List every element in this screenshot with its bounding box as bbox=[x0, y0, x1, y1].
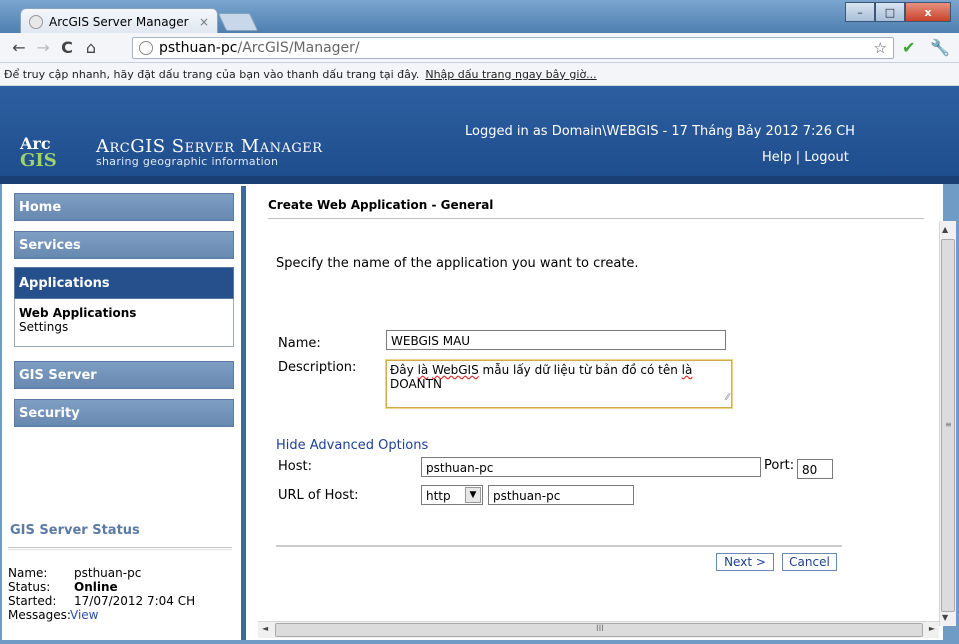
home-button[interactable]: ⌂ bbox=[80, 38, 102, 57]
browser-tab[interactable]: ArcGIS Server Manager × bbox=[20, 8, 218, 34]
url-host-input[interactable]: psthuan-pc bbox=[488, 485, 634, 505]
wrench-icon[interactable]: 🔧 bbox=[930, 38, 950, 57]
applications-submenu: Web Applications Settings bbox=[14, 299, 234, 347]
status-messages-label: Messages: bbox=[8, 608, 71, 622]
scroll-left-icon[interactable]: ◄ bbox=[262, 624, 268, 633]
logged-in-text: Logged in as Domain\WEBGIS - 17 Tháng Bả… bbox=[465, 124, 855, 139]
forward-button[interactable]: → bbox=[32, 38, 54, 57]
description-label: Description: bbox=[278, 360, 357, 375]
server-status: Name: psthuan-pc Status: Online Started: 17… bbox=[8, 566, 195, 622]
scroll-up-icon[interactable]: ▲ bbox=[942, 225, 948, 234]
name-input[interactable]: WEBGIS MAU bbox=[386, 330, 726, 350]
reload-button[interactable]: C bbox=[56, 38, 78, 57]
port-input[interactable]: 80 bbox=[797, 459, 833, 479]
vertical-scroll-thumb[interactable]: ≡ bbox=[941, 239, 955, 612]
address-bar[interactable]: psthuan-pc/ArcGIS/Manager/ ☆ bbox=[132, 37, 894, 59]
host-input[interactable]: psthuan-pc bbox=[421, 457, 761, 477]
buttons-divider bbox=[276, 545, 842, 547]
host-label: Host: bbox=[278, 459, 312, 474]
next-button[interactable]: Next > bbox=[716, 553, 774, 571]
vertical-scrollbar[interactable]: ▲ ≡ ▼ bbox=[939, 221, 956, 626]
title-divider bbox=[268, 218, 924, 219]
browser-toolbar: ← → C ⌂ psthuan-pc/ArcGIS/Manager/ ☆ bbox=[0, 33, 959, 63]
hide-advanced-options-link[interactable]: Hide Advanced Options bbox=[276, 438, 428, 453]
chevron-down-icon[interactable]: ▼ bbox=[465, 487, 481, 503]
resize-handle-icon[interactable]: ⁄⁄ bbox=[726, 391, 729, 405]
maximize-button[interactable]: □ bbox=[875, 2, 905, 22]
url-path: /ArcGIS/Manager/ bbox=[237, 40, 360, 56]
brand-title: ArcGIS Server Manager bbox=[96, 136, 323, 157]
port-label: Port: bbox=[764, 458, 795, 473]
horizontal-scroll-thumb[interactable]: III bbox=[275, 623, 923, 637]
name-label: Name: bbox=[278, 336, 321, 351]
bookmarks-bar: Để truy cập nhanh, hãy đặt dấu trang của… bbox=[0, 63, 959, 86]
new-tab-button[interactable] bbox=[217, 13, 259, 31]
url-host: psthuan-pc bbox=[159, 40, 238, 56]
close-tab-icon[interactable]: × bbox=[199, 15, 209, 29]
title-bar: ArcGIS Server Manager × – □ x bbox=[0, 0, 959, 34]
description-textarea[interactable]: Đây là WebGIS mẫu lấy dữ liệu từ bản đồ … bbox=[386, 360, 732, 408]
nav-gis-server[interactable]: GIS Server bbox=[14, 361, 234, 389]
nav-web-applications[interactable]: Web Applications bbox=[19, 306, 233, 320]
close-window-button[interactable]: x bbox=[905, 2, 951, 22]
minimize-button[interactable]: – bbox=[845, 2, 875, 22]
scroll-right-icon[interactable]: ► bbox=[929, 624, 935, 633]
status-online-value: Online bbox=[74, 580, 118, 594]
page-info-icon[interactable] bbox=[139, 41, 153, 55]
help-logout: Help | Logout bbox=[762, 150, 849, 165]
protocol-select[interactable]: http ▼ bbox=[421, 485, 483, 505]
favicon-icon bbox=[29, 14, 43, 29]
tab-title: ArcGIS Server Manager bbox=[49, 14, 189, 29]
status-title: GIS Server Status bbox=[10, 523, 140, 538]
import-bookmarks-link[interactable]: Nhập dấu trang ngay bây giờ... bbox=[425, 68, 596, 81]
horizontal-scrollbar[interactable]: ◄ III ► bbox=[258, 621, 939, 638]
main-content: Create Web Application - General Specify… bbox=[246, 186, 943, 640]
status-divider bbox=[8, 547, 232, 550]
header-strip bbox=[0, 176, 959, 184]
bookmarks-prompt: Để truy cập nhanh, hãy đặt dấu trang của… bbox=[4, 67, 420, 81]
status-started-label: Started: bbox=[8, 594, 57, 608]
status-name-value: psthuan-pc bbox=[74, 566, 142, 580]
bookmark-star-icon[interactable]: ☆ bbox=[874, 39, 887, 57]
page-title: Create Web Application - General bbox=[268, 198, 494, 212]
view-messages-link[interactable]: View bbox=[70, 608, 98, 622]
help-link[interactable]: Help bbox=[762, 150, 792, 165]
separator: | bbox=[791, 150, 805, 165]
back-button[interactable]: ← bbox=[8, 38, 30, 57]
logout-link[interactable]: Logout bbox=[804, 150, 849, 165]
url-of-host-label: URL of Host: bbox=[278, 488, 359, 503]
browser-window: ArcGIS Server Manager × – □ x ← → C ⌂ ps… bbox=[0, 0, 959, 644]
arcgis-logo: Arc GIS bbox=[20, 134, 57, 171]
brand: ArcGIS Server Manager sharing geographic… bbox=[96, 136, 323, 168]
scroll-down-icon[interactable]: ▼ bbox=[942, 613, 948, 622]
nav-applications[interactable]: Applications bbox=[14, 267, 234, 299]
nav-home[interactable]: Home bbox=[14, 193, 234, 221]
window-controls: – □ x bbox=[845, 2, 951, 22]
check-icon[interactable]: ✔ bbox=[902, 38, 915, 57]
status-name-label: Name: bbox=[8, 566, 48, 580]
intro-text: Specify the name of the application you … bbox=[276, 256, 639, 271]
nav-security[interactable]: Security bbox=[14, 399, 234, 427]
nav-services[interactable]: Services bbox=[14, 231, 234, 259]
status-started-value: 17/07/2012 7:04 CH bbox=[74, 594, 196, 608]
nav-settings[interactable]: Settings bbox=[19, 320, 233, 334]
cancel-button[interactable]: Cancel bbox=[782, 553, 837, 571]
status-status-label: Status: bbox=[8, 580, 51, 594]
